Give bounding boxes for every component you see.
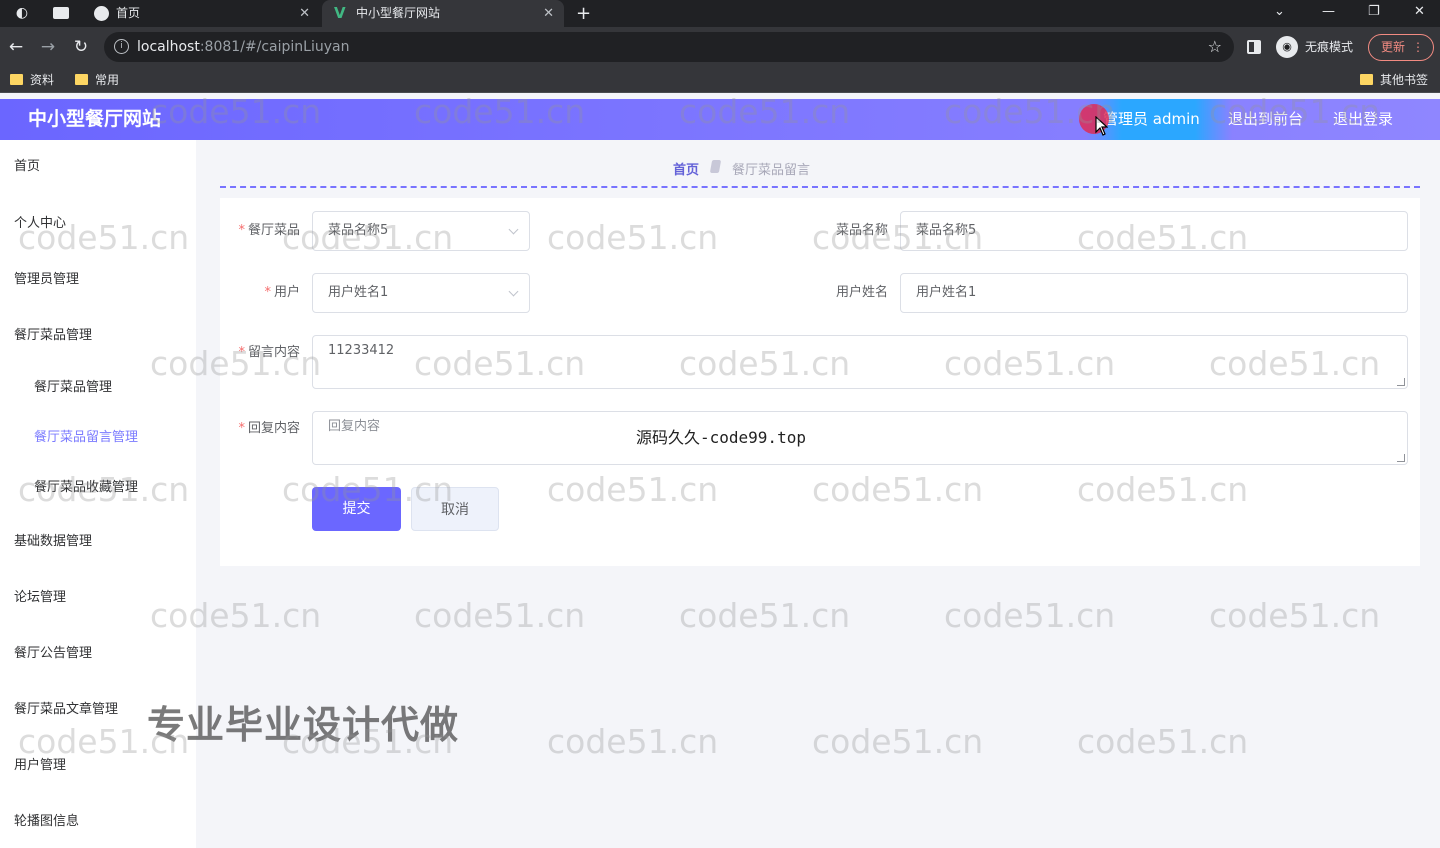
profile-icon[interactable]: ◐ bbox=[14, 5, 30, 21]
mouse-pointer-icon bbox=[1095, 116, 1108, 136]
star-icon[interactable]: ☆ bbox=[1208, 32, 1222, 62]
minimize-icon[interactable]: — bbox=[1322, 0, 1335, 24]
info-icon[interactable]: i bbox=[114, 39, 129, 54]
forward-icon[interactable]: → bbox=[38, 37, 58, 57]
folder-icon bbox=[10, 74, 23, 85]
dish-name-value: 菜品名称5 bbox=[916, 223, 977, 238]
tab-label: 中小型餐厅网站 bbox=[356, 6, 441, 20]
sidebar-item-admins[interactable]: 管理员管理 bbox=[14, 272, 79, 288]
sidebar-item-users[interactable]: 用户管理 bbox=[14, 758, 66, 774]
sidebar-item-carousel[interactable]: 轮播图信息 bbox=[14, 814, 79, 830]
dish-select-value: 菜品名称5 bbox=[328, 223, 389, 238]
reload-icon[interactable]: ↻ bbox=[71, 37, 91, 57]
side-panel-icon[interactable] bbox=[1247, 40, 1261, 54]
reply-textarea[interactable]: 回复内容 bbox=[312, 411, 1408, 465]
breadcrumb-home[interactable]: 首页 bbox=[673, 159, 699, 178]
incognito-icon[interactable]: ◉ bbox=[1276, 36, 1298, 58]
reply-placeholder: 回复内容 bbox=[328, 419, 381, 434]
sidebar-item-articles[interactable]: 餐厅菜品文章管理 bbox=[14, 702, 118, 718]
overlay-source-text: 源码久久-code99.top bbox=[636, 428, 806, 447]
resize-handle-icon[interactable] bbox=[1397, 454, 1405, 462]
bookmark-label: 常用 bbox=[95, 73, 120, 87]
update-label: 更新 bbox=[1381, 40, 1406, 54]
sidebar-item-dish-favorites[interactable]: 餐厅菜品收藏管理 bbox=[34, 480, 138, 496]
sidebar-item-forum[interactable]: 论坛管理 bbox=[14, 590, 66, 606]
browser-toolbar: ← → ↻ i localhost:8081/#/caipinLiuyan ☆ … bbox=[0, 27, 1440, 68]
chevron-down-icon bbox=[508, 224, 519, 235]
browser-tab-bar: ◐ 首页 ✕ V 中小型餐厅网站 ✕ + ⌄ — ❐ ✕ bbox=[0, 0, 1440, 27]
user-select-value: 用户姓名1 bbox=[328, 285, 389, 300]
tab-label: 首页 bbox=[116, 6, 141, 20]
message-value: 11233412 bbox=[328, 343, 395, 358]
chevron-down-icon[interactable]: ⌄ bbox=[1274, 0, 1285, 24]
sidebar-item-home[interactable]: 首页 bbox=[14, 159, 40, 175]
app-header: 中小型餐厅网站 管理员 admin 退出到前台 退出登录 bbox=[0, 99, 1440, 140]
user-label: * 用户 bbox=[264, 285, 300, 300]
reply-label: * 回复内容 bbox=[238, 421, 300, 436]
address-bar[interactable]: i localhost:8081/#/caipinLiuyan ☆ bbox=[104, 32, 1234, 62]
bookmark-folder[interactable]: 资料 bbox=[10, 68, 54, 92]
submit-button[interactable]: 提交 bbox=[312, 487, 401, 531]
promo-overlay-text: 专业毕业设计代做 bbox=[147, 703, 460, 747]
bookmark-folder[interactable]: 常用 bbox=[75, 68, 119, 92]
sidebar-item-dishes[interactable]: 餐厅菜品管理 bbox=[34, 380, 112, 396]
watermark: code51.cn bbox=[944, 596, 1116, 635]
sidebar-item-dish-messages[interactable]: 餐厅菜品留言管理 bbox=[34, 430, 138, 446]
user-select[interactable]: 用户姓名1 bbox=[312, 273, 530, 313]
sidebar-item-dish-group[interactable]: 餐厅菜品管理 bbox=[14, 328, 92, 344]
close-window-icon[interactable]: ✕ bbox=[1414, 0, 1425, 24]
message-label: * 留言内容 bbox=[238, 345, 300, 360]
chevron-down-icon bbox=[508, 286, 519, 297]
folder-icon bbox=[75, 74, 88, 85]
cancel-button[interactable]: 取消 bbox=[411, 487, 499, 531]
dish-name-field[interactable]: 菜品名称5 bbox=[900, 211, 1408, 251]
sidebar-item-base-data[interactable]: 基础数据管理 bbox=[14, 534, 92, 550]
watermark: code51.cn bbox=[547, 722, 719, 761]
bookmark-label: 资料 bbox=[30, 73, 55, 87]
tab-search-icon[interactable] bbox=[53, 7, 69, 19]
dish-label: * 餐厅菜品 bbox=[238, 223, 300, 238]
dish-name-label: 菜品名称 bbox=[835, 223, 888, 238]
bookmarks-bar: 资料 常用 其他书签 bbox=[0, 68, 1440, 93]
bookmark-label: 其他书签 bbox=[1380, 73, 1429, 87]
sidebar-item-notices[interactable]: 餐厅公告管理 bbox=[14, 646, 92, 662]
globe-icon bbox=[94, 6, 109, 21]
breadcrumb-current: 餐厅菜品留言 bbox=[732, 163, 811, 178]
message-textarea[interactable]: 11233412 bbox=[312, 335, 1408, 389]
back-icon[interactable]: ← bbox=[6, 37, 26, 57]
logout-link[interactable]: 退出登录 bbox=[1333, 99, 1393, 140]
restore-icon[interactable]: ❐ bbox=[1368, 0, 1380, 24]
watermark: code51.cn bbox=[679, 596, 851, 635]
url-text[interactable]: localhost:8081/#/caipinLiuyan bbox=[137, 32, 349, 62]
site-title: 中小型餐厅网站 bbox=[28, 108, 162, 130]
folder-icon bbox=[1360, 74, 1373, 85]
new-tab-icon[interactable]: + bbox=[576, 0, 591, 27]
breadcrumb-separator-icon bbox=[709, 160, 722, 173]
other-bookmarks[interactable]: 其他书签 bbox=[1360, 68, 1428, 92]
watermark: code51.cn bbox=[414, 596, 586, 635]
user-name-label: 用户姓名 bbox=[835, 285, 888, 300]
vue-icon: V bbox=[334, 4, 346, 22]
watermark: code51.cn bbox=[812, 722, 984, 761]
dish-select[interactable]: 菜品名称5 bbox=[312, 211, 530, 251]
incognito-label: 无痕模式 bbox=[1305, 40, 1354, 54]
user-name-value: 用户姓名1 bbox=[916, 285, 977, 300]
watermark: code51.cn bbox=[1209, 596, 1381, 635]
tab-home[interactable]: 首页 ✕ bbox=[84, 0, 320, 27]
more-icon[interactable]: ⋮ bbox=[1412, 35, 1424, 60]
watermark: code51.cn bbox=[1077, 722, 1249, 761]
front-end-link[interactable]: 退出到前台 bbox=[1228, 99, 1303, 140]
breadcrumb: 首页 餐厅菜品留言 bbox=[220, 150, 1420, 188]
sidebar-item-profile[interactable]: 个人中心 bbox=[14, 216, 66, 232]
update-button[interactable]: 更新 ⋮ bbox=[1368, 34, 1434, 61]
user-name-field[interactable]: 用户姓名1 bbox=[900, 273, 1408, 313]
tab-restaurant[interactable]: V 中小型餐厅网站 ✕ bbox=[322, 0, 564, 27]
close-icon[interactable]: ✕ bbox=[299, 0, 310, 27]
resize-handle-icon[interactable] bbox=[1397, 378, 1405, 386]
close-icon[interactable]: ✕ bbox=[543, 0, 554, 27]
